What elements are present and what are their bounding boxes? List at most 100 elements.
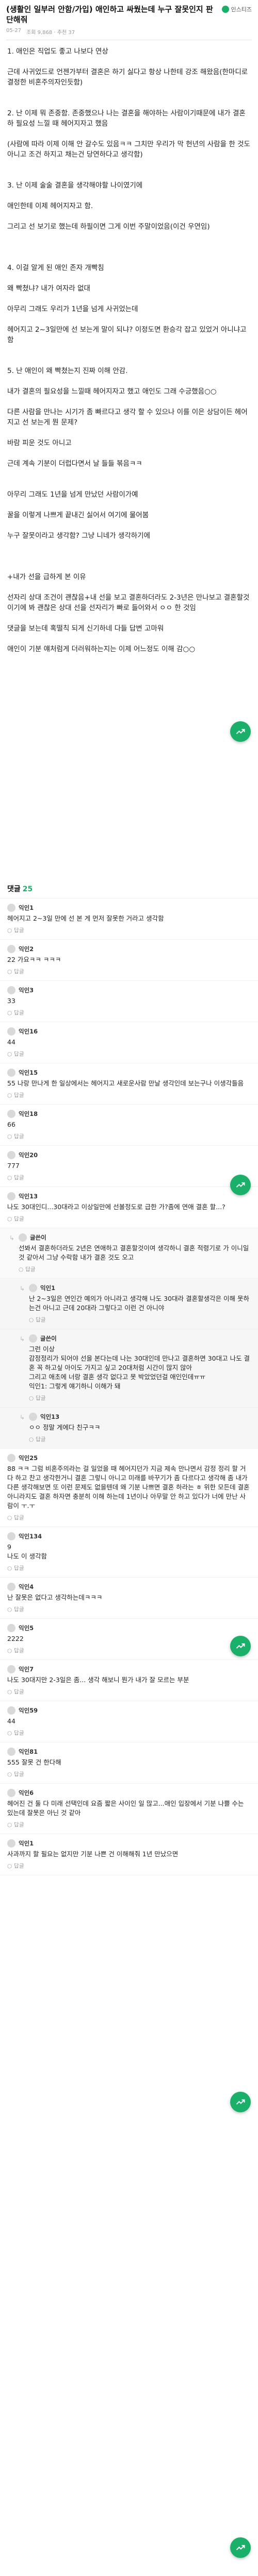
reply-label: 답글 — [14, 1730, 24, 1736]
comment-header: 익인7 — [7, 1665, 251, 1673]
trend-button[interactable] — [230, 721, 251, 742]
comment-header: 글쓴이 — [29, 1334, 251, 1343]
reply-button[interactable]: ○ 답글 — [7, 1688, 251, 1696]
body-line — [7, 242, 251, 252]
comment: 익인7 나도 30대지만 2-3일은 좀... 생각 해보니 뭔가 내가 잘 모르… — [0, 1660, 258, 1701]
title-row: (생활인 일부러 안함/가입) 애인하고 싸웠는데 누구 잘못인지 판단해줘 인… — [6, 4, 252, 25]
comment: 익인3 33 ○ 답글 — [0, 981, 258, 1022]
reply-button[interactable]: ○ 답글 — [7, 1091, 251, 1099]
comment: ↳ 글쓴이 선봐서 결혼하더라도 2년은 연애하고 결혼할것이여 생각하니 결혼 적… — [0, 1228, 258, 1279]
avatar — [7, 1748, 15, 1756]
reply-label: 답글 — [14, 1515, 24, 1521]
trend-button-2[interactable] — [230, 1175, 251, 1195]
comment-text: 55 나랑 만나게 한 일상에서는 헤어지고 새로운사람 만날 생각인데 보는구… — [7, 1079, 244, 1087]
reply-button[interactable]: ○ 답글 — [7, 1050, 251, 1058]
reply-button[interactable]: ○ 답글 — [29, 1394, 251, 1402]
body-line: 2. 난 이제 뭐 존중함. 존중했으나 나는 결혼을 해야하는 사람이기때문에… — [7, 109, 246, 128]
reply-icon: ○ — [7, 1009, 12, 1016]
channel-badge[interactable]: 인스티즈 — [221, 4, 252, 13]
reply-button[interactable]: ○ 답글 — [7, 1770, 251, 1778]
comment-text: 사과까지 할 필요는 없지만 기분 나쁜 건 이해해줘 1년 만났으면 — [7, 1850, 179, 1858]
comment-header: 익인20 — [7, 1151, 251, 1159]
reply-button[interactable]: ○ 답글 — [19, 1265, 251, 1273]
body-line — [7, 345, 251, 355]
comment: ↳ 익인1 난 2~3일은 연인간 예의가 아니라고 생각해 나도 30대라 결혼할… — [0, 1279, 258, 1329]
trend-button-5[interactable] — [230, 2537, 251, 2558]
comment-header: 익인16 — [7, 1027, 251, 1036]
body-line: 바람 피운 것도 아니고 — [7, 439, 72, 447]
post-body: 1. 애인은 직업도 좋고 나보다 연상 근데 사귀었드로 언젠가부터 결혼은 하… — [0, 40, 258, 654]
reply-button[interactable]: ○ 답글 — [29, 1316, 251, 1324]
page: { "header": { "title": "(생활인 일부러 안함/가입) … — [0, 0, 258, 2576]
avatar — [7, 1192, 15, 1200]
reply-button[interactable]: ○ 답글 — [7, 1215, 251, 1223]
body-line: 누구 잘못이라고 생각함? 그냥 니네가 생각하기에 — [7, 532, 151, 540]
avatar — [29, 1413, 37, 1421]
avatar — [7, 1151, 15, 1159]
trend-button-4[interactable] — [230, 2092, 251, 2112]
comment-author: 익인6 — [19, 1789, 34, 1797]
avatar — [29, 1284, 37, 1292]
reply-label: 답글 — [36, 1395, 46, 1401]
comment-author: 글쓴이 — [30, 1234, 46, 1241]
reply-button[interactable]: ○ 답글 — [29, 1435, 251, 1443]
body-line — [7, 428, 251, 438]
comments-label: 댓글 — [7, 885, 21, 893]
body-line: 1. 애인은 직업도 좋고 나보다 연상 — [7, 47, 108, 56]
reply-button[interactable]: ○ 답글 — [7, 926, 251, 934]
reply-button[interactable]: ○ 답글 — [7, 1647, 251, 1654]
reply-icon: ○ — [7, 1565, 12, 1571]
body-line — [7, 314, 251, 325]
body-line — [7, 252, 251, 263]
reply-button[interactable]: ○ 답글 — [7, 1009, 251, 1016]
reply-button[interactable]: ○ 답글 — [7, 1174, 251, 1181]
body-line: 애인한테 이제 헤어지자고 함. — [7, 202, 93, 210]
reply-label: 답글 — [25, 1266, 36, 1273]
avatar — [29, 1334, 37, 1343]
comment-text: 난 잘못은 없다고 생각하는데ㅋㅋㅋ — [7, 1594, 103, 1601]
body-line: 3. 난 이제 술술 결혼을 생각해야할 나이였기에 — [7, 181, 143, 190]
reply-icon: ○ — [7, 1050, 12, 1057]
reply-icon: ○ — [7, 1688, 12, 1695]
reply-icon: ○ — [29, 1316, 34, 1323]
comment: ↳ 익인13 ㅇㅇ 정말 게에다 친구ㅋㅋ ○ 답글 — [0, 1408, 258, 1449]
reply-button[interactable]: ○ 답글 — [7, 1821, 251, 1828]
avatar — [7, 1839, 15, 1848]
body-line — [7, 376, 251, 386]
reply-icon: ○ — [7, 1215, 12, 1222]
trend-button-3[interactable] — [230, 1636, 251, 1656]
reply-button[interactable]: ○ 답글 — [7, 1132, 251, 1140]
comment-author: 익인13 — [19, 1193, 38, 1200]
reply-icon: ○ — [7, 1174, 12, 1181]
body-line — [7, 129, 251, 139]
channel-logo-icon — [221, 6, 229, 13]
comment-header: 익인1 — [7, 904, 251, 912]
comment: 익인1 헤어지고 2~3일 만에 선 본 게 먼저 잘못한 거라고 생각함 ○ 답글 — [0, 899, 258, 940]
reply-button[interactable]: ○ 답글 — [7, 1564, 251, 1572]
comment-author: 익인13 — [40, 1413, 60, 1420]
reply-icon: ○ — [7, 968, 12, 975]
reply-button[interactable]: ○ 답글 — [7, 1514, 251, 1521]
reply-label: 답글 — [14, 1092, 24, 1098]
reply-button[interactable]: ○ 답글 — [7, 1862, 251, 1870]
comment-header: 익인13 — [7, 1192, 251, 1200]
comment-text: 44 — [7, 1717, 15, 1725]
comment-author: 익인59 — [19, 1707, 38, 1714]
trend-icon — [236, 1182, 245, 1188]
comment-author: 익인81 — [19, 1748, 38, 1755]
avatar — [7, 1532, 15, 1540]
reply-button[interactable]: ○ 답글 — [7, 968, 251, 975]
comment-text: 22 가요ㅋㅋ ㅋㅋㅋ — [7, 956, 61, 963]
comments-count: 25 — [22, 885, 33, 893]
avatar — [7, 1583, 15, 1591]
comment-header: 익인134 — [7, 1532, 251, 1540]
comment-text: 66 — [7, 1121, 15, 1128]
comment-header: 익인5 — [7, 1624, 251, 1632]
comment-text: 2222 — [7, 1635, 24, 1642]
body-line: 내가 결혼의 필요성을 느낄때 헤어지자고 했고 애인도 그래 수긍했음○○ — [7, 387, 217, 396]
reply-button[interactable]: ○ 답글 — [7, 1729, 251, 1737]
body-line — [7, 57, 251, 67]
body-line — [7, 551, 251, 562]
body-line — [7, 98, 251, 108]
reply-button[interactable]: ○ 답글 — [7, 1605, 251, 1613]
